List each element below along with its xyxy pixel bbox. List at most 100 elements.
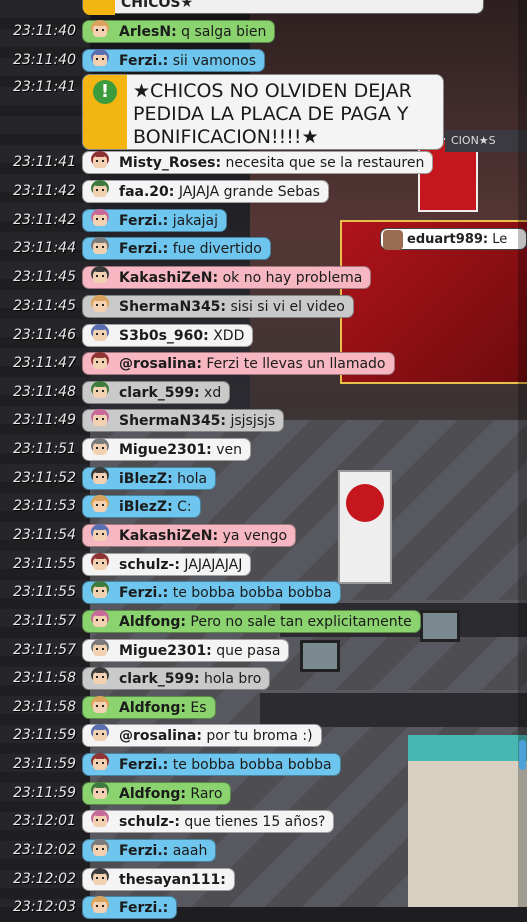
chat-message[interactable]: 23:11:47 @rosalina: Ferzi te llevas un ll… (0, 349, 527, 378)
avatar[interactable] (87, 465, 113, 493)
chat-bubble[interactable]: @rosalina: por tu broma :) (82, 724, 322, 747)
chat-message[interactable]: 23:11:54 KakashiZeN: ya vengo (0, 521, 527, 550)
message-username[interactable]: Ferzi.: (119, 53, 168, 69)
chat-message[interactable]: 23:11:59 Ferzi.: te bobba bobba bobba (0, 750, 527, 779)
chat-bubble[interactable]: thesayan111: (82, 868, 235, 891)
chat-message[interactable]: 23:11:42 Ferzi.: jakajaj (0, 206, 527, 235)
avatar[interactable] (87, 493, 113, 521)
avatar[interactable] (87, 808, 113, 836)
chat-message[interactable]: 23:11:42 faa.20: JAJAJA grande Sebas (0, 177, 527, 206)
chat-bubble[interactable]: iBlezZ: hola (82, 465, 217, 493)
message-username[interactable]: Ferzi.: (119, 757, 168, 773)
avatar[interactable] (87, 207, 113, 235)
chat-message[interactable]: 23:11:45 KakashiZeN: ok no hay problema (0, 263, 527, 292)
chat-message[interactable]: 23:11:48 clark_599: xd (0, 378, 527, 407)
chat-bubble[interactable]: Ferzi.: aaah (82, 837, 217, 865)
chat-message[interactable]: 23:11:49 ShermaN345: jsjsjsjs (0, 406, 527, 435)
chat-message[interactable]: 23:11:40 ArlesN: q salga bien (0, 17, 527, 46)
avatar[interactable] (87, 837, 113, 865)
chat-bubble[interactable]: ShermaN345: jsjsjsjs (82, 409, 285, 432)
chat-bubble[interactable]: @rosalina: Ferzi te llevas un llamado (82, 352, 395, 375)
avatar[interactable] (87, 322, 113, 350)
chat-bubble[interactable]: KakashiZeN: ya vengo (82, 524, 297, 547)
message-username[interactable]: KakashiZeN: (119, 528, 218, 544)
chat-message[interactable]: 23:11:58 Aldfong: Es (0, 693, 527, 722)
avatar[interactable] (87, 780, 113, 808)
chat-bubble[interactable]: Ferzi.: te bobba bobba bobba (82, 581, 341, 604)
chat-bubble[interactable]: schulz-: JAJAJAJAJ (82, 551, 252, 579)
chat-bubble[interactable]: Aldfong: Pero no sale tan explicitamente (82, 610, 421, 633)
chat-message[interactable]: 23:11:57 Migue2301: que pasa (0, 636, 527, 665)
system-alert[interactable]: ! ★CHICOS NO OLVIDEN DEJAR PEDIDA LA PLA… (82, 74, 444, 150)
chat-message[interactable]: 23:11:55 schulz-: JAJAJAJAJ (0, 550, 527, 579)
chat-message[interactable]: 23:11:44 Ferzi.: fue divertido (0, 234, 527, 263)
avatar[interactable] (87, 722, 113, 750)
avatar[interactable] (87, 350, 113, 378)
message-username[interactable]: ArlesN: (119, 24, 177, 40)
avatar[interactable] (87, 47, 113, 75)
message-username[interactable]: clark_599: (119, 671, 200, 687)
chat-bubble[interactable]: clark_599: hola bro (82, 665, 271, 693)
message-username[interactable]: Ferzi.: (119, 900, 168, 916)
chat-message[interactable]: 23:12:02 thesayan111: (0, 865, 527, 894)
chat-bubble[interactable]: schulz-: que tienes 15 años? (82, 808, 335, 836)
message-username[interactable]: Ferzi.: (119, 585, 168, 601)
message-username[interactable]: iBlezZ: (119, 471, 173, 487)
avatar[interactable] (87, 608, 113, 636)
avatar[interactable] (87, 551, 113, 579)
chat-message[interactable]: 23:11:59 Aldfong: Raro (0, 779, 527, 808)
avatar[interactable] (87, 235, 113, 263)
message-username[interactable]: Ferzi.: (119, 843, 168, 859)
chat-message[interactable]: 23:11:51 Migue2301: ven (0, 435, 527, 464)
chat-bubble[interactable]: S3b0s_960: XDD (82, 322, 254, 350)
message-username[interactable]: Ferzi.: (119, 241, 168, 257)
chat-message[interactable]: 23:11:57 Aldfong: Pero no sale tan explic… (0, 607, 527, 636)
avatar[interactable] (87, 665, 113, 693)
chat-message[interactable]: 23:11:45 ShermaN345: sisi si vi el video (0, 292, 527, 321)
chat-bubble[interactable]: Ferzi.: te bobba bobba bobba (82, 753, 341, 776)
chat-bubble[interactable]: Aldfong: Es (82, 696, 216, 719)
chat-bubble[interactable]: clark_599: xd (82, 379, 231, 407)
chat-bubble[interactable]: Ferzi.: fue divertido (82, 237, 271, 260)
message-username[interactable]: Migue2301: (119, 643, 212, 659)
chat-bubble[interactable]: ArlesN: q salga bien (82, 18, 276, 46)
message-username[interactable]: Migue2301: (119, 442, 212, 458)
avatar[interactable] (87, 18, 113, 46)
chat-message[interactable]: 23:11:53 iBlezZ: C: (0, 492, 527, 521)
chat-bubble[interactable]: Ferzi.: jakajaj (82, 209, 227, 232)
chat-bubble[interactable]: Migue2301: que pasa (82, 637, 290, 665)
message-username[interactable]: Aldfong: (119, 614, 186, 630)
chat-message[interactable]: 23:12:02 Ferzi.: aaah (0, 836, 527, 865)
chat-message[interactable]: 23:11:59 @rosalina: por tu broma :) (0, 721, 527, 750)
chat-bubble[interactable]: ShermaN345: sisi si vi el video (82, 295, 354, 318)
message-username[interactable]: iBlezZ: (119, 499, 173, 515)
avatar[interactable] (87, 751, 113, 779)
message-username[interactable]: Aldfong: (119, 700, 186, 716)
chat-bubble[interactable]: KakashiZeN: ok no hay problema (82, 264, 372, 292)
message-username[interactable]: Aldfong: (119, 786, 186, 802)
message-username[interactable]: faa.20: (119, 184, 174, 200)
message-username[interactable]: ShermaN345: (119, 413, 226, 429)
avatar[interactable] (87, 178, 113, 206)
message-username[interactable]: @rosalina: (119, 728, 202, 744)
chat-message[interactable]: 23:11:41 Misty_Roses: necesita que se la … (0, 148, 527, 177)
message-username[interactable]: thesayan111: (119, 872, 226, 888)
avatar[interactable] (87, 379, 113, 407)
chat-bubble[interactable]: Migue2301: ven (82, 438, 252, 461)
message-username[interactable]: schulz-: (119, 557, 180, 573)
chat-message[interactable]: 23:11:55 Ferzi.: te bobba bobba bobba (0, 578, 527, 607)
message-username[interactable]: clark_599: (119, 385, 200, 401)
chat-bubble[interactable]: Ferzi.: (82, 894, 178, 922)
avatar[interactable] (87, 894, 113, 922)
chat-message[interactable]: 23:12:01 schulz-: que tienes 15 años? (0, 807, 527, 836)
message-username[interactable]: Ferzi.: (119, 213, 168, 229)
avatar[interactable] (87, 694, 113, 722)
chat-message[interactable]: 23:12:03 Ferzi.: (0, 893, 527, 922)
chat-bubble[interactable]: iBlezZ: C: (82, 495, 201, 518)
avatar[interactable] (87, 264, 113, 292)
chat-bubble[interactable]: Aldfong: Raro (82, 780, 232, 808)
chat-bubble[interactable]: Misty_Roses: necesita que se la restaure… (82, 151, 434, 174)
avatar[interactable] (87, 637, 113, 665)
message-username[interactable]: KakashiZeN: (119, 270, 218, 286)
chat-message[interactable]: 23:11:46 S3b0s_960: XDD (0, 321, 527, 350)
